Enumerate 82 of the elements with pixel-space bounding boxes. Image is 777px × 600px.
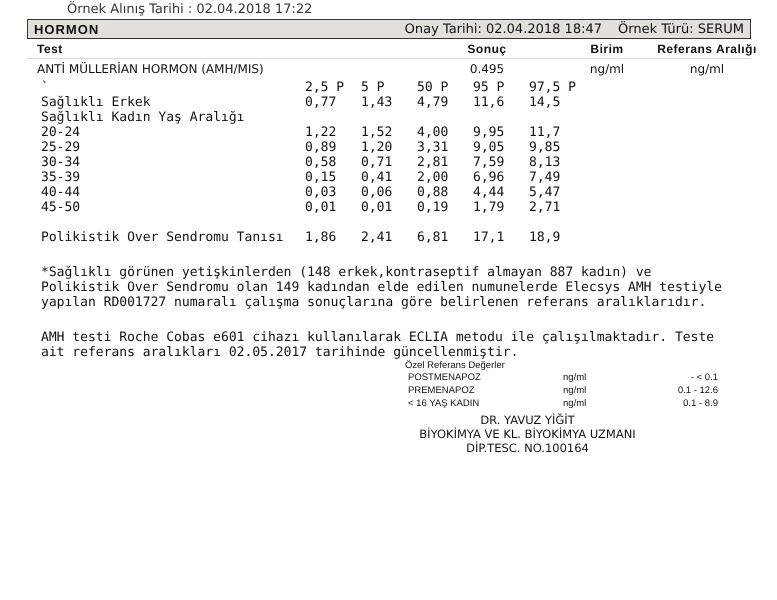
column-header: Sonuç (466, 42, 508, 56)
note-paragraph: *Sağlıklı görünen yetişkinlerden (148 erkek,kontraseptif almayan 887 kadın) ve Polikistik Over Sendromu olan 149 kadından elde edilen numunelerde Elecsys AMH testiyle yapılan RD001727 numaralı çalışma sonuçlarına göre belirlenen referans aralıklarıdır. (41, 265, 723, 310)
row-label: Sağlıklı Erkek (41, 95, 152, 110)
table-cell-text: 2,41 (361, 230, 394, 245)
table-cell-text: 9,85 (529, 140, 562, 155)
table-cell-text: 11,6 (473, 95, 506, 110)
row-label: 45-50 (41, 200, 82, 215)
row-label: 35-39 (41, 170, 82, 185)
table-cell-text: 2,00 (417, 170, 450, 185)
reference-range: 0.1 - 12.6 (676, 384, 718, 397)
reference-name: < 16 YAŞ KADIN (408, 397, 480, 410)
reference-unit: ng/ml (563, 384, 588, 397)
column-header: Test (37, 42, 64, 56)
table-cell-text: 18,9 (529, 230, 562, 245)
table-cell-text: 0.495 (468, 62, 506, 76)
row-label: ` (41, 80, 50, 95)
table-cell-text: 6,81 (417, 230, 450, 245)
signature-line: DR. YAVUZ YİĞİT (480, 413, 575, 427)
note-paragraph: AMH testi Roche Cobas e601 cihazı kullanılarak ECLIA metodu ile çalışılmaktadır. Teste ait referans aralıkları 02.05.2017 tarihinde güncellenmiştir. (41, 330, 716, 360)
row-label: Sağlıklı Kadın Yaş Aralığı (41, 110, 246, 125)
column-header: Referans Aralığı (657, 42, 757, 56)
table-cell-text: 1,52 (361, 125, 394, 140)
approval-date: Onay Tarihi: 02.04.2018 18:47 (404, 22, 602, 36)
table-cell-text: 0,06 (361, 185, 394, 200)
table-cell-text: 0,19 (417, 200, 450, 215)
table-cell-text: 50 P (417, 80, 450, 95)
table-cell-text: 1,86 (305, 230, 338, 245)
table-cell-text: 7,49 (529, 170, 562, 185)
table-cell-text: ANTİ MÜLLERİAN HORMON (AMH/MIS) (37, 62, 265, 76)
row-label: 25-29 (41, 140, 82, 155)
special-reference-title: Özel Referans Değerler (405, 360, 506, 371)
table-cell-text: 0,88 (417, 185, 450, 200)
table-cell-text: 0,58 (305, 155, 338, 170)
signature-line: BİYOKİMYA VE KL. BİYOKİMYA UZMANI (419, 427, 636, 441)
table-cell-text: 5,47 (529, 185, 562, 200)
table-cell-text: 95 P (473, 80, 506, 95)
table-cell-text: 0,77 (305, 95, 338, 110)
table-cell-text: 7,59 (473, 155, 506, 170)
row-label: 30-34 (41, 155, 82, 170)
table-cell-text: 97,5 P (529, 80, 577, 95)
sample-type: Örnek Türü: SERUM (618, 22, 744, 36)
table-cell-text: 4,00 (417, 125, 450, 140)
table-cell-text: 0,71 (361, 155, 394, 170)
table-cell-text: 4,44 (473, 185, 506, 200)
table-cell-text: 9,05 (473, 140, 506, 155)
reference-unit: ng/ml (563, 397, 588, 410)
table-cell-text: 1,79 (473, 200, 506, 215)
table-cell-text: 0,01 (305, 200, 338, 215)
table-cell-text: 11,7 (529, 125, 562, 140)
table-cell-text: 0,89 (305, 140, 338, 155)
table-cell-text: 1,22 (305, 125, 338, 140)
table-cell-text: 5 P (361, 80, 386, 95)
row-label: Polikistik Over Sendromu Tanısı (41, 230, 285, 245)
table-cell-text: 2,5 P (305, 80, 346, 95)
section-title: HORMON (34, 22, 100, 36)
reference-name: POSTMENAPOZ (408, 371, 482, 384)
table-cell-text: 17,1 (473, 230, 506, 245)
table-cell-text: 14,5 (529, 95, 562, 110)
table-cell-text: 9,95 (473, 125, 506, 140)
table-cell-text: 0,41 (361, 170, 394, 185)
table-cell-text: 4,79 (417, 95, 450, 110)
table-cell-text: 1,43 (361, 95, 394, 110)
table-cell-text: 0,15 (305, 170, 338, 185)
table-cell-text: ng/ml (688, 62, 726, 76)
signature-line: DİP.TESC. NO.100164 (466, 441, 589, 455)
table-cell-text: 6,96 (473, 170, 506, 185)
reference-unit: ng/ml (563, 371, 588, 384)
table-cell-text: 1,20 (361, 140, 394, 155)
table-cell-text: 0,01 (361, 200, 394, 215)
row-label: 40-44 (41, 185, 82, 200)
reference-range: - < 0.1 (690, 371, 718, 384)
reference-name: PREMENAPOZ (408, 384, 476, 397)
table-cell-text: ng/ml (588, 62, 626, 76)
table-cell-text: 2,81 (417, 155, 450, 170)
reference-range: 0.1 - 8.9 (682, 397, 718, 410)
sample-date-text: Örnek Alınış Tarihi : 02.04.2018 17:22 (67, 0, 314, 18)
row-label: 20-24 (41, 125, 82, 140)
table-cell-text: 3,31 (417, 140, 450, 155)
table-cell-text: 0,03 (305, 185, 338, 200)
table-cell-text: 8,13 (529, 155, 562, 170)
table-cell-text: 2,71 (529, 200, 562, 215)
column-header: Birim (589, 42, 625, 56)
